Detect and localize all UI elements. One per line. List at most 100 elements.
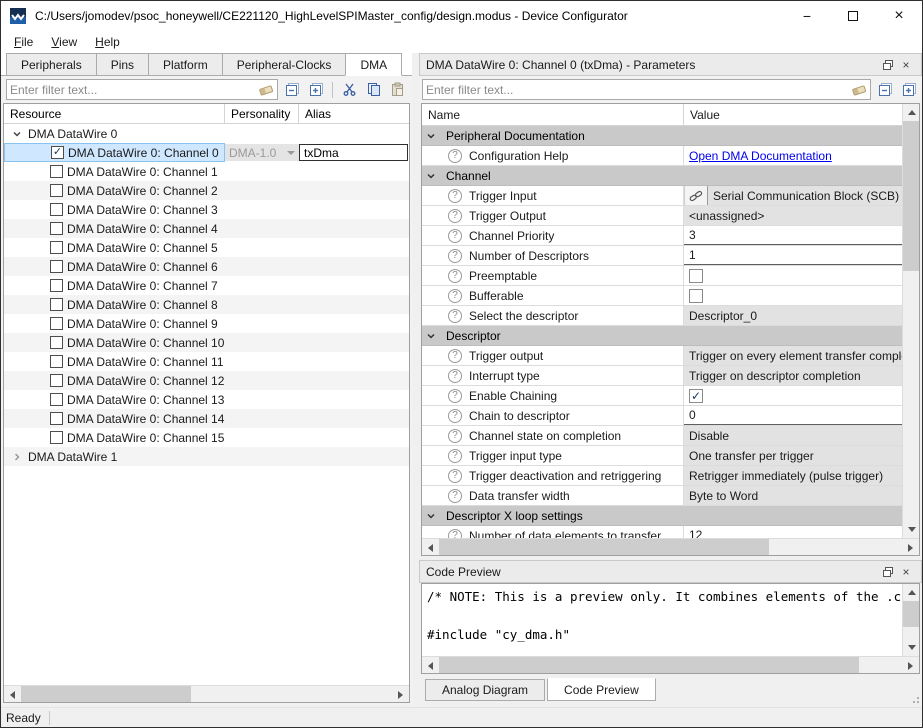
param-value-combo[interactable]: One transfer per trigger [684, 446, 902, 465]
resource-cell[interactable]: DMA DataWire 0: Channel 3 [4, 200, 225, 219]
help-icon[interactable]: ? [448, 249, 462, 263]
tree-row[interactable]: DMA DataWire 0 [4, 124, 409, 143]
resource-cell[interactable]: DMA DataWire 1 [4, 447, 225, 466]
personality-combo[interactable]: DMA-1.0 [225, 144, 299, 161]
help-icon[interactable]: ? [448, 369, 462, 383]
maximize-button[interactable] [830, 1, 876, 31]
resource-checkbox[interactable] [50, 222, 63, 235]
resource-cell[interactable]: DMA DataWire 0: Channel 7 [4, 276, 225, 295]
scroll-right-arrow[interactable] [902, 657, 919, 674]
resource-checkbox[interactable] [50, 260, 63, 273]
param-value-combo[interactable]: Serial Communication Block (SCB) 2 [708, 186, 902, 205]
resource-cell[interactable]: DMA DataWire 0: Channel 11 [4, 352, 225, 371]
minimize-button[interactable]: − [784, 1, 830, 31]
tab-peripherals[interactable]: Peripherals [6, 53, 97, 75]
tree-row[interactable]: DMA DataWire 0: Channel 1 [4, 162, 409, 181]
param-value-combo[interactable]: Trigger on every element transfer comple… [684, 346, 902, 365]
tree-row[interactable]: DMA DataWire 0: Channel 4 [4, 219, 409, 238]
help-icon[interactable]: ? [448, 529, 462, 539]
resource-cell[interactable]: DMA DataWire 0: Channel 12 [4, 371, 225, 390]
copy-button[interactable] [363, 80, 383, 100]
tab-code-preview[interactable]: Code Preview [547, 678, 656, 701]
resource-checkbox[interactable] [50, 336, 63, 349]
tree-row[interactable]: DMA DataWire 0: Channel 8 [4, 295, 409, 314]
params-horizontal-scrollbar[interactable] [422, 538, 919, 555]
resource-checkbox[interactable] [50, 241, 63, 254]
tree-row[interactable]: DMA DataWire 1 [4, 447, 409, 466]
collapse-all-button[interactable] [875, 80, 895, 100]
column-header-resource[interactable]: Resource [4, 104, 225, 123]
tree-row[interactable]: DMA DataWire 0: Channel 7 [4, 276, 409, 295]
resource-cell[interactable]: DMA DataWire 0: Channel 6 [4, 257, 225, 276]
chevron-down-icon[interactable] [424, 171, 438, 181]
help-icon[interactable]: ? [448, 209, 462, 223]
scrollbar-thumb[interactable] [439, 657, 859, 673]
resource-checkbox[interactable] [50, 317, 63, 330]
help-icon[interactable]: ? [448, 389, 462, 403]
help-icon[interactable]: ? [448, 269, 462, 283]
resource-cell[interactable]: DMA DataWire 0: Channel 2 [4, 181, 225, 200]
tree-row[interactable]: DMA DataWire 0: Channel 15 [4, 428, 409, 447]
scroll-down-arrow[interactable] [903, 521, 919, 538]
param-value-combo[interactable]: Retrigger immediately (pulse trigger) [684, 466, 902, 485]
menu-file[interactable]: File [5, 33, 42, 51]
param-value-link[interactable]: Open DMA Documentation [684, 149, 832, 163]
resource-cell[interactable]: DMA DataWire 0: Channel 5 [4, 238, 225, 257]
param-value-edit[interactable]: 0 [684, 406, 902, 425]
chevron-right-icon[interactable] [10, 452, 24, 462]
panel-splitter[interactable] [412, 53, 419, 707]
resource-checkbox[interactable] [50, 165, 63, 178]
help-icon[interactable]: ? [448, 469, 462, 483]
resource-checkbox[interactable] [50, 412, 63, 425]
param-checkbox[interactable] [689, 289, 703, 303]
scrollbar-thumb[interactable] [21, 686, 191, 702]
tree-row[interactable]: DMA DataWire 0: Channel 11 [4, 352, 409, 371]
help-icon[interactable]: ? [448, 189, 462, 203]
help-icon[interactable]: ? [448, 289, 462, 303]
help-icon[interactable]: ? [448, 149, 462, 163]
param-section-peripheral-documentation[interactable]: Peripheral Documentation [422, 126, 902, 146]
column-header-personality[interactable]: Personality [225, 104, 299, 123]
clear-filter-eraser-icon[interactable] [851, 83, 867, 97]
left-horizontal-scrollbar[interactable] [4, 685, 409, 702]
code-vertical-scrollbar[interactable] [902, 584, 919, 656]
resource-checkbox[interactable] [50, 203, 63, 216]
param-section-channel[interactable]: Channel [422, 166, 902, 186]
chevron-down-icon[interactable] [424, 331, 438, 341]
scroll-down-arrow[interactable] [903, 639, 919, 656]
tree-row[interactable]: ✓DMA DataWire 0: Channel 0DMA-1.0txDma [4, 143, 409, 162]
help-icon[interactable]: ? [448, 229, 462, 243]
right-filter-input[interactable] [426, 83, 851, 97]
resource-cell[interactable]: DMA DataWire 0: Channel 9 [4, 314, 225, 333]
help-icon[interactable]: ? [448, 449, 462, 463]
menu-help[interactable]: Help [86, 33, 129, 51]
clear-filter-eraser-icon[interactable] [258, 83, 274, 97]
close-button[interactable]: × [876, 1, 922, 31]
scroll-right-arrow[interactable] [902, 539, 919, 556]
menu-view[interactable]: View [42, 33, 86, 51]
column-header-alias[interactable]: Alias [299, 104, 409, 123]
resource-cell[interactable]: DMA DataWire 0 [4, 124, 225, 143]
resource-cell[interactable]: DMA DataWire 0: Channel 4 [4, 219, 225, 238]
chevron-down-icon[interactable] [424, 131, 438, 141]
code-preview-text[interactable]: /* NOTE: This is a preview only. It comb… [422, 584, 902, 656]
tree-row[interactable]: DMA DataWire 0: Channel 9 [4, 314, 409, 333]
tab-pins[interactable]: Pins [96, 53, 149, 75]
param-value-edit[interactable]: 3 [684, 226, 902, 245]
scroll-up-arrow[interactable] [903, 584, 919, 601]
alias-input[interactable]: txDma [299, 144, 408, 161]
help-icon[interactable]: ? [448, 309, 462, 323]
paste-button[interactable] [387, 80, 407, 100]
scroll-left-arrow[interactable] [422, 657, 439, 674]
resource-cell[interactable]: DMA DataWire 0: Channel 10 [4, 333, 225, 352]
resource-checkbox[interactable] [50, 431, 63, 444]
param-value-combo[interactable]: <unassigned> [684, 206, 902, 225]
scrollbar-thumb[interactable] [439, 539, 769, 555]
param-value-combo[interactable]: Trigger on descriptor completion [684, 366, 902, 385]
scrollbar-thumb[interactable] [903, 121, 919, 271]
resource-cell[interactable]: DMA DataWire 0: Channel 15 [4, 428, 225, 447]
expand-all-button[interactable] [306, 80, 326, 100]
tree-row[interactable]: DMA DataWire 0: Channel 14 [4, 409, 409, 428]
scroll-left-arrow[interactable] [4, 686, 21, 703]
resource-checkbox[interactable] [50, 393, 63, 406]
